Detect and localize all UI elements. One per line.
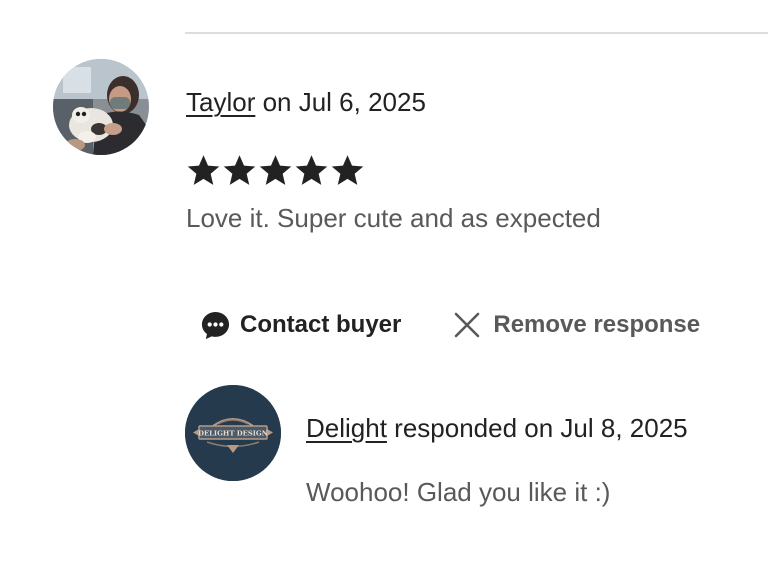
- star-icon: [295, 155, 328, 185]
- remove-response-label: Remove response: [493, 311, 701, 338]
- review-date: on Jul 6, 2025: [255, 87, 426, 117]
- chat-bubble-icon: [201, 311, 230, 339]
- response-date: responded on Jul 8, 2025: [386, 413, 688, 443]
- seller-logo: DELIGHT DESIGN: [185, 385, 281, 481]
- avatar-photo: [53, 59, 149, 155]
- seller-avatar[interactable]: DELIGHT DESIGN: [185, 385, 281, 481]
- reviewer-avatar[interactable]: [53, 59, 149, 155]
- review-actions: Contact buyer Remove response: [200, 306, 700, 344]
- seller-name-link[interactable]: Delight: [306, 413, 387, 443]
- star-icon: [223, 155, 256, 185]
- star-icon: [331, 155, 364, 185]
- contact-buyer-label: Contact buyer: [240, 311, 402, 338]
- divider: [185, 32, 768, 34]
- review-header: Taylor on Jul 6, 2025: [186, 86, 426, 118]
- review-card: Taylor on Jul 6, 2025 Love it. Super cut…: [0, 0, 768, 570]
- contact-buyer-button[interactable]: Contact buyer: [200, 310, 401, 341]
- response-header: Delight responded on Jul 8, 2025: [306, 412, 688, 444]
- star-icon: [259, 155, 292, 185]
- remove-response-button[interactable]: Remove response: [453, 311, 700, 339]
- seller-logo-text: DELIGHT DESIGN: [198, 430, 268, 438]
- close-icon: [455, 312, 480, 338]
- star-icon: [187, 155, 220, 185]
- response-text: Woohoo! Glad you like it :): [306, 477, 611, 507]
- reviewer-name-link[interactable]: Taylor: [186, 87, 255, 117]
- review-text: Love it. Super cute and as expected: [186, 203, 601, 233]
- star-rating: [186, 153, 365, 189]
